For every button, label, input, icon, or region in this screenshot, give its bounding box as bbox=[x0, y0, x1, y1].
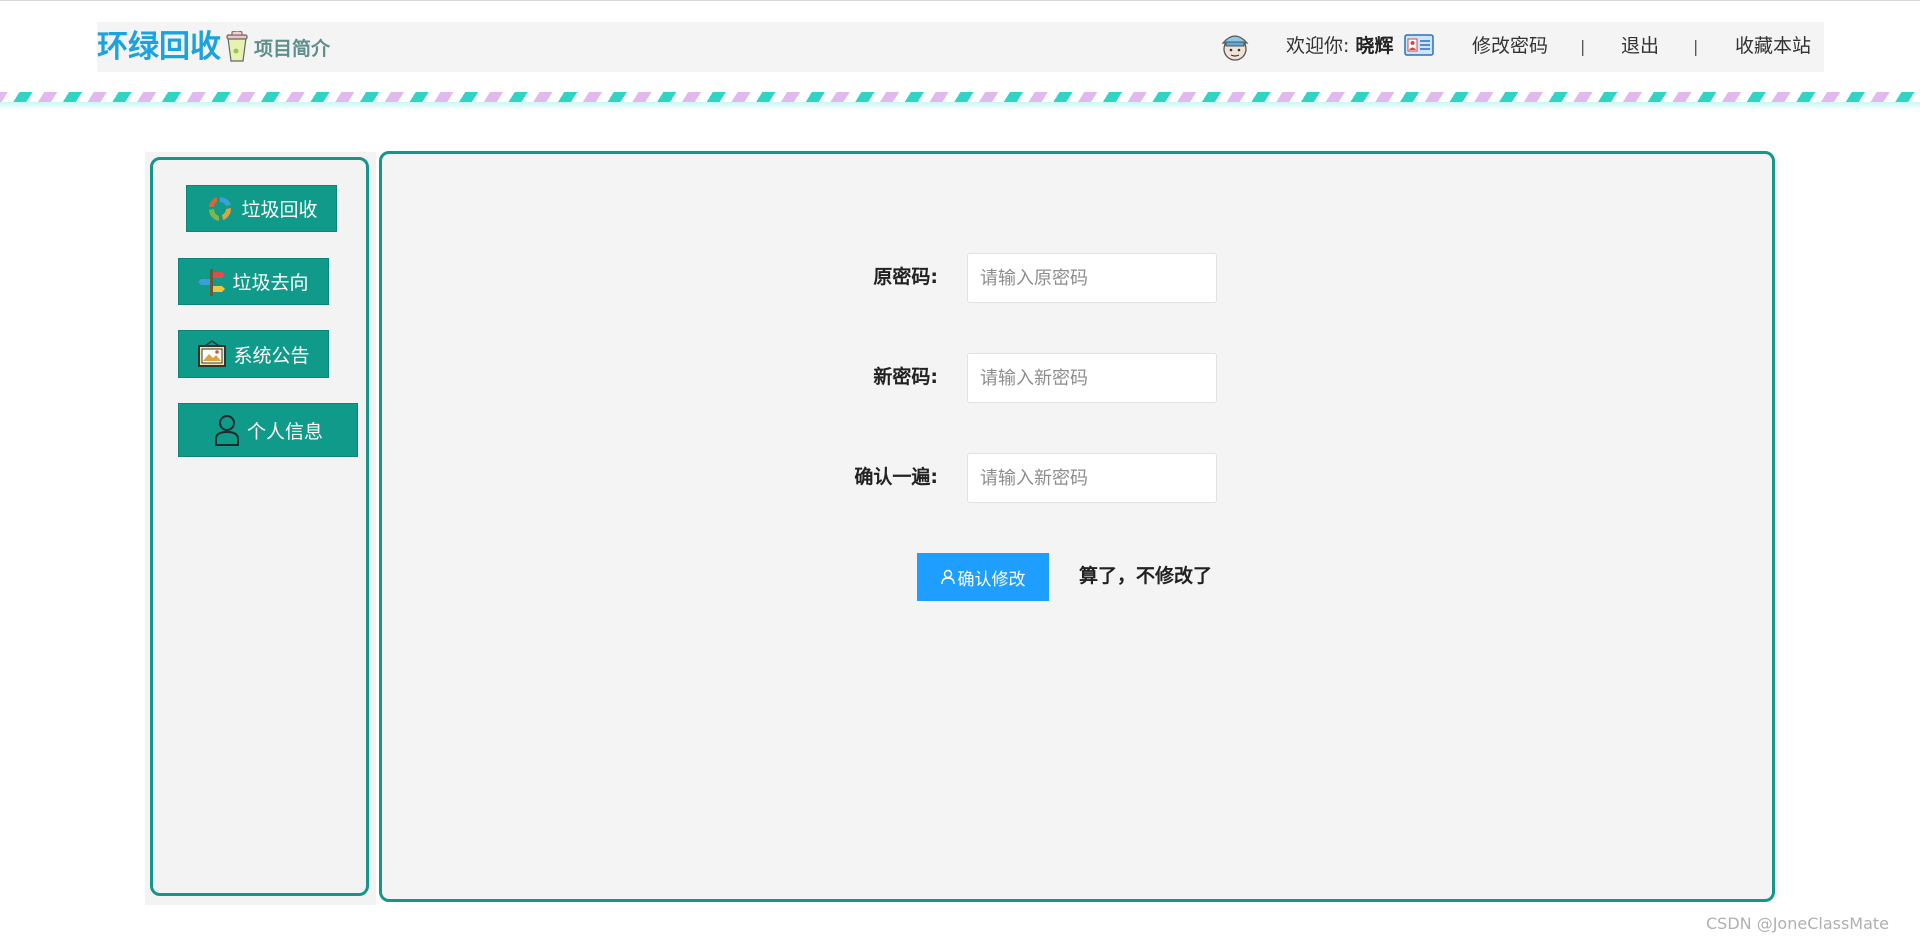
sidebar-item-label: 个人信息 bbox=[246, 420, 323, 443]
user-icon bbox=[214, 415, 239, 446]
sidebar-item-system-notice[interactable]: 系统公告 bbox=[178, 330, 329, 378]
separator: | bbox=[1580, 37, 1586, 56]
id-card-icon[interactable] bbox=[1404, 34, 1434, 56]
old-password-input[interactable] bbox=[967, 253, 1217, 303]
top-border bbox=[0, 0, 1920, 1]
old-password-label: 原密码: bbox=[873, 266, 938, 288]
cancel-change-link[interactable]: 算了，不修改了 bbox=[1079, 564, 1212, 588]
header-bar: 环绿回收 项目简介 欢迎你: 晓辉 修改密码 | 退出 | 收藏本站 bbox=[97, 22, 1824, 72]
bookmark-link[interactable]: 收藏本站 bbox=[1735, 34, 1811, 58]
confirm-change-button[interactable]: 确认修改 bbox=[917, 553, 1049, 601]
confirm-change-label: 确认修改 bbox=[957, 569, 1026, 590]
decorative-stripe-glow bbox=[0, 102, 1920, 110]
sidebar-item-garbage-destination[interactable]: 垃圾去向 bbox=[178, 258, 329, 305]
signpost-icon bbox=[198, 268, 226, 296]
sidebar-item-label: 系统公告 bbox=[233, 344, 310, 367]
sidebar-item-label: 垃圾回收 bbox=[241, 199, 318, 221]
watermark: CSDN @JoneClassMate bbox=[1706, 914, 1890, 933]
decorative-stripe bbox=[0, 92, 1920, 102]
sidebar-item-label: 垃圾去向 bbox=[232, 272, 309, 294]
change-password-link[interactable]: 修改密码 bbox=[1472, 34, 1548, 58]
logo-text[interactable]: 环绿回收 bbox=[97, 30, 221, 64]
logout-link[interactable]: 退出 bbox=[1621, 34, 1659, 58]
welcome-prefix: 欢迎你: bbox=[1286, 35, 1350, 57]
new-password-input[interactable] bbox=[967, 353, 1217, 403]
user-icon bbox=[940, 569, 955, 585]
project-intro-link[interactable]: 项目简介 bbox=[254, 38, 330, 60]
cup-icon bbox=[226, 31, 248, 62]
recycle-icon bbox=[209, 196, 232, 221]
username: 晓辉 bbox=[1355, 35, 1394, 57]
confirm-password-label: 确认一遍: bbox=[854, 466, 938, 488]
welcome-text: 欢迎你: 晓辉 bbox=[1286, 34, 1393, 58]
bulletin-icon bbox=[198, 340, 227, 367]
sidebar-item-personal-info[interactable]: 个人信息 bbox=[178, 403, 358, 457]
separator: | bbox=[1693, 37, 1699, 56]
new-password-label: 新密码: bbox=[873, 366, 938, 388]
avatar-icon bbox=[1221, 35, 1249, 61]
sidebar-item-garbage-recycle[interactable]: 垃圾回收 bbox=[186, 185, 337, 232]
confirm-password-input[interactable] bbox=[967, 453, 1217, 503]
